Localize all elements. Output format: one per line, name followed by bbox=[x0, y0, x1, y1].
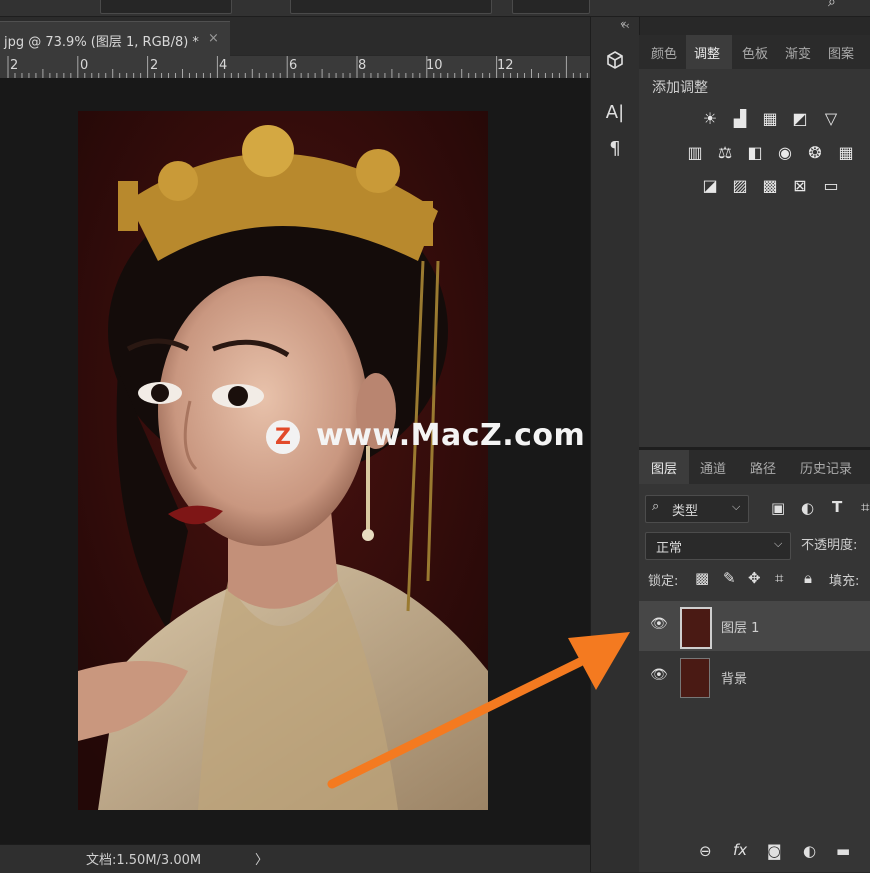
layer-name: 背景 bbox=[721, 672, 748, 687]
lock-transparent-icon[interactable]: ▩ bbox=[695, 569, 709, 587]
expand-panels-icon[interactable]: « bbox=[620, 17, 627, 30]
vibrance-icon[interactable]: ▽ bbox=[820, 107, 842, 129]
layer-filter-value: 类型 bbox=[672, 504, 699, 519]
ruler-label: 6 bbox=[289, 58, 298, 73]
levels-icon[interactable]: ▟ bbox=[729, 107, 751, 129]
layer-filter-select[interactable]: ⌕ 类型 ⌵ bbox=[645, 495, 749, 523]
layers-panel-tabs: 图层 通道 路径 历史记录 bbox=[639, 450, 870, 484]
chevron-down-icon: ⌵ bbox=[732, 500, 741, 513]
blend-mode-select[interactable]: 正常 ⌵ bbox=[645, 532, 791, 560]
ruler-label: 10 bbox=[426, 58, 443, 73]
tab-color[interactable]: 颜色 bbox=[651, 43, 677, 62]
layer-thumbnail bbox=[680, 607, 712, 649]
hue-saturation-icon[interactable]: ▥ bbox=[684, 141, 706, 163]
eye-icon[interactable]: 👁︎ bbox=[650, 616, 668, 632]
tab-gradients[interactable]: 渐变 bbox=[785, 43, 811, 62]
collapsed-panel-column: ‹‹ A| ¶ bbox=[590, 17, 640, 872]
blend-mode-value: 正常 bbox=[656, 541, 683, 556]
shape-filter-icon[interactable]: ⌗ bbox=[861, 498, 869, 516]
fx-icon[interactable]: fx bbox=[733, 841, 747, 859]
tab-layers[interactable]: 图层 bbox=[651, 458, 677, 477]
show-ring-checkbox[interactable] bbox=[512, 0, 590, 14]
ruler-label: 2 bbox=[10, 58, 19, 73]
adjustments-panel-tabs: 颜色 调整 色板 渐变 图案 bbox=[639, 35, 870, 69]
exposure-icon[interactable]: ◩ bbox=[789, 107, 811, 129]
sample-size-select[interactable] bbox=[100, 0, 232, 14]
channel-mixer-icon[interactable]: ❂ bbox=[804, 141, 826, 163]
color-lookup-icon[interactable]: ▦ bbox=[835, 141, 857, 163]
lock-all-icon[interactable]: 🔒︎ bbox=[804, 569, 812, 587]
threshold-icon[interactable]: ▩ bbox=[759, 174, 781, 196]
new-group-folder-icon[interactable]: ▬ bbox=[836, 842, 850, 860]
close-icon[interactable]: × bbox=[208, 31, 219, 46]
layers-panel: 图层 通道 路径 历史记录 ⌕ 类型 ⌵ ▣ ◐ T ⌗ 正常 ⌵ 不透明度: … bbox=[639, 450, 870, 872]
gradient-map-icon[interactable]: ▭ bbox=[820, 174, 842, 196]
eye-icon[interactable]: 👁︎ bbox=[650, 667, 668, 683]
opacity-label: 不透明度: bbox=[801, 538, 858, 553]
ruler-label: 8 bbox=[358, 58, 367, 73]
layer-thumbnail bbox=[680, 658, 710, 698]
pixel-filter-icon[interactable]: ▣ bbox=[771, 499, 785, 517]
document-tab-title: jpg @ 73.9% (图层 1, RGB/8) * bbox=[4, 35, 199, 50]
ruler-label: 4 bbox=[219, 58, 228, 73]
tab-patterns[interactable]: 图案 bbox=[828, 43, 854, 62]
3d-cube-icon[interactable] bbox=[598, 45, 632, 75]
add-mask-icon[interactable]: ◙ bbox=[767, 842, 782, 860]
status-menu-arrow[interactable]: 〉 bbox=[255, 849, 268, 868]
layer-row-background[interactable]: 👁︎ 背景 bbox=[639, 652, 870, 702]
brightness-contrast-icon[interactable]: ☀ bbox=[699, 107, 721, 129]
sample-select[interactable] bbox=[290, 0, 492, 14]
ruler-label: 0 bbox=[80, 58, 89, 73]
horizontal-ruler: 2 0 2 4 6 8 10 12 bbox=[0, 56, 590, 79]
paragraph-icon: ¶ bbox=[609, 137, 621, 159]
new-adjustment-icon[interactable]: ◐ bbox=[803, 842, 816, 860]
selective-color-icon[interactable]: ⊠ bbox=[789, 174, 811, 196]
curves-icon[interactable]: ▦ bbox=[759, 107, 781, 129]
document-tab[interactable]: jpg @ 73.9% (图层 1, RGB/8) * × bbox=[0, 21, 230, 56]
options-bar: ⌕ bbox=[0, 0, 870, 17]
portrait-illustration bbox=[78, 111, 488, 810]
tab-paths[interactable]: 路径 bbox=[750, 458, 776, 477]
character-panel-button[interactable]: A| bbox=[598, 97, 632, 127]
macz-logo: Z bbox=[266, 420, 300, 454]
photo-filter-icon[interactable]: ◉ bbox=[774, 141, 796, 163]
black-white-icon[interactable]: ◧ bbox=[744, 141, 766, 163]
layers-footer: ⊖ fx ◙ ◐ ▬ bbox=[639, 838, 870, 868]
layer-name: 图层 1 bbox=[721, 621, 760, 636]
search-icon[interactable]: ⌕ bbox=[828, 0, 836, 10]
paragraph-panel-button[interactable]: ¶ bbox=[598, 133, 632, 163]
document-size-readout: 文档:1.50M/3.00M bbox=[86, 853, 202, 868]
lock-artboard-icon[interactable]: ⌗ bbox=[775, 569, 783, 587]
layer-row-layer1[interactable]: 👁︎ 图层 1 bbox=[639, 601, 870, 651]
chevron-down-icon: ⌵ bbox=[774, 537, 783, 550]
color-balance-icon[interactable]: ⚖ bbox=[714, 141, 736, 163]
tab-channels[interactable]: 通道 bbox=[700, 458, 726, 477]
text-tool-icon: A| bbox=[605, 101, 625, 123]
invert-icon[interactable]: ◪ bbox=[699, 174, 721, 196]
add-adjustment-label: 添加调整 bbox=[652, 80, 708, 96]
ruler-label: 2 bbox=[150, 58, 159, 73]
lock-paint-icon[interactable]: ✎ bbox=[723, 569, 736, 587]
type-filter-icon[interactable]: T bbox=[832, 498, 842, 516]
status-bar: 文档:1.50M/3.00M 〉 bbox=[0, 844, 590, 873]
tab-history[interactable]: 历史记录 bbox=[800, 458, 852, 477]
ruler-label: 12 bbox=[497, 58, 514, 73]
watermark-text: www.MacZ.com bbox=[316, 418, 586, 453]
search-icon: ⌕ bbox=[652, 499, 660, 514]
tab-swatches[interactable]: 色板 bbox=[742, 43, 768, 62]
lock-position-icon[interactable]: ✥ bbox=[748, 569, 761, 587]
portrait-photo[interactable] bbox=[78, 111, 488, 810]
tab-adjustments[interactable]: 调整 bbox=[694, 43, 720, 62]
fill-label: 填充: bbox=[829, 574, 860, 589]
posterize-icon[interactable]: ▨ bbox=[729, 174, 751, 196]
adjustment-filter-icon[interactable]: ◐ bbox=[801, 499, 814, 517]
link-layers-icon[interactable]: ⊖ bbox=[699, 842, 712, 860]
lock-label: 锁定: bbox=[648, 574, 679, 589]
adjustments-panel: 颜色 调整 色板 渐变 图案 添加调整 ☀ ▟ ▦ ◩ ▽ ▥ ⚖ ◧ ◉ ❂ … bbox=[639, 35, 870, 447]
